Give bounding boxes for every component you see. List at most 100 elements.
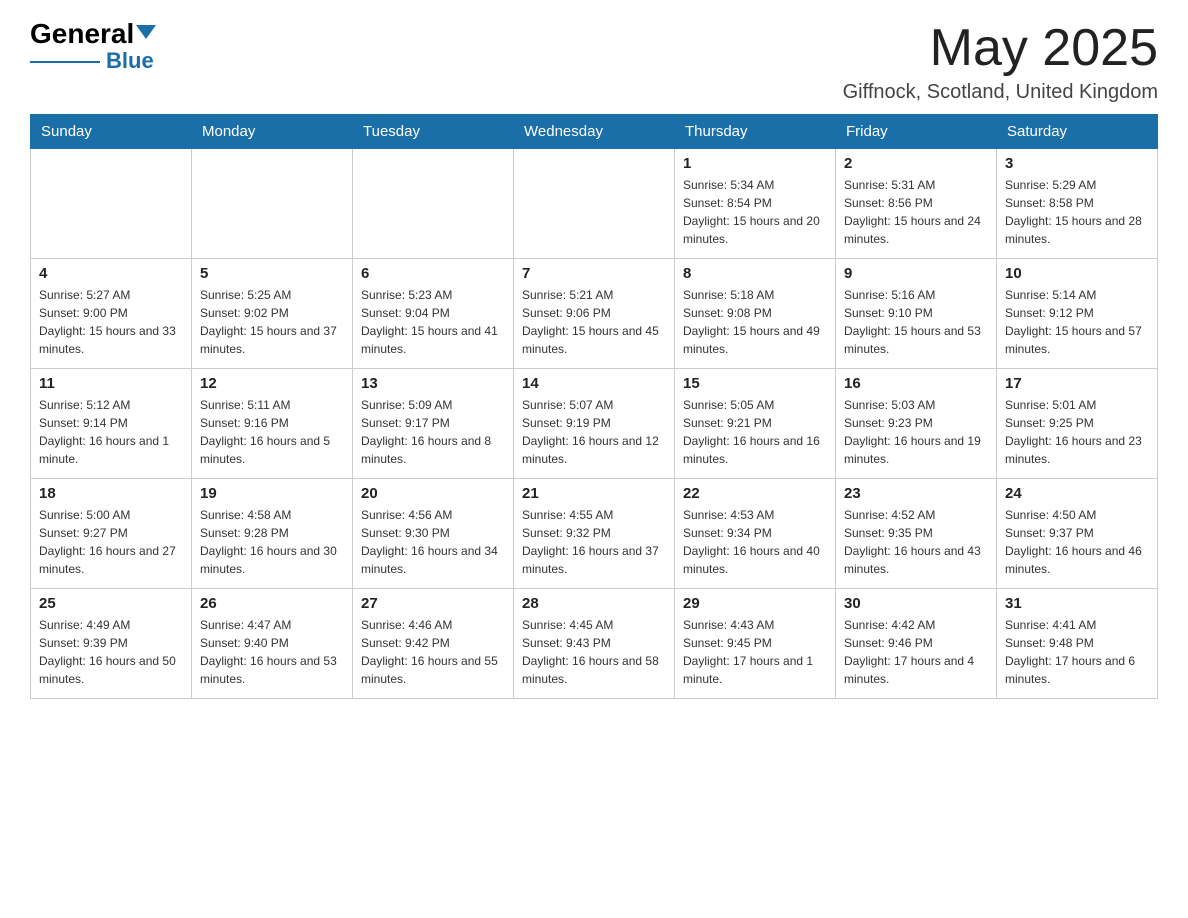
day-number: 1 [683, 155, 827, 172]
day-info: Sunrise: 5:07 AMSunset: 9:19 PMDaylight:… [522, 396, 666, 468]
day-number: 7 [522, 265, 666, 282]
day-number: 24 [1005, 485, 1149, 502]
day-number: 4 [39, 265, 183, 282]
table-row [353, 149, 514, 259]
day-number: 18 [39, 485, 183, 502]
day-number: 2 [844, 155, 988, 172]
day-number: 17 [1005, 375, 1149, 392]
day-info: Sunrise: 5:29 AMSunset: 8:58 PMDaylight:… [1005, 176, 1149, 248]
table-row: 3 Sunrise: 5:29 AMSunset: 8:58 PMDaylight… [997, 149, 1158, 259]
day-number: 12 [200, 375, 344, 392]
logo: General Blue [30, 20, 156, 72]
day-number: 23 [844, 485, 988, 502]
table-row: 22 Sunrise: 4:53 AMSunset: 9:34 PMDayligh… [675, 479, 836, 589]
col-saturday: Saturday [997, 115, 1158, 149]
day-info: Sunrise: 5:09 AMSunset: 9:17 PMDaylight:… [361, 396, 505, 468]
table-row: 14Sunrise: 5:07 AMSunset: 9:19 PMDayligh… [514, 369, 675, 479]
table-row: 21Sunrise: 4:55 AMSunset: 9:32 PMDayligh… [514, 479, 675, 589]
table-row: 31Sunrise: 4:41 AMSunset: 9:48 PMDayligh… [997, 589, 1158, 699]
day-info: Sunrise: 4:41 AMSunset: 9:48 PMDaylight:… [1005, 616, 1149, 688]
calendar-table: Sunday Monday Tuesday Wednesday Thursday… [30, 114, 1158, 699]
table-row: 16 Sunrise: 5:03 AMSunset: 9:23 PMDayligh… [836, 369, 997, 479]
table-row: 27 Sunrise: 4:46 AMSunset: 9:42 PMDayligh… [353, 589, 514, 699]
day-number: 22 [683, 485, 827, 502]
table-row: 1 Sunrise: 5:34 AMSunset: 8:54 PMDaylight… [675, 149, 836, 259]
day-info: Sunrise: 4:46 AMSunset: 9:42 PMDaylight:… [361, 616, 505, 688]
day-number: 5 [200, 265, 344, 282]
day-info: Sunrise: 4:52 AMSunset: 9:35 PMDaylight:… [844, 506, 988, 578]
logo-triangle-icon [136, 25, 156, 39]
table-row: 23 Sunrise: 4:52 AMSunset: 9:35 PMDayligh… [836, 479, 997, 589]
day-info: Sunrise: 5:21 AMSunset: 9:06 PMDaylight:… [522, 286, 666, 358]
day-number: 27 [361, 595, 505, 612]
calendar-week-row: 25 Sunrise: 4:49 AMSunset: 9:39 PMDayligh… [31, 589, 1158, 699]
col-thursday: Thursday [675, 115, 836, 149]
table-row: 18 Sunrise: 5:00 AMSunset: 9:27 PMDayligh… [31, 479, 192, 589]
logo-line [30, 61, 100, 63]
location-text: Giffnock, Scotland, United Kingdom [843, 81, 1158, 104]
day-info: Sunrise: 4:56 AMSunset: 9:30 PMDaylight:… [361, 506, 505, 578]
table-row: 20Sunrise: 4:56 AMSunset: 9:30 PMDayligh… [353, 479, 514, 589]
logo-general-text: General [30, 20, 134, 48]
table-row: 9Sunrise: 5:16 AMSunset: 9:10 PMDaylight… [836, 259, 997, 369]
day-info: Sunrise: 4:47 AMSunset: 9:40 PMDaylight:… [200, 616, 344, 688]
table-row: 6Sunrise: 5:23 AMSunset: 9:04 PMDaylight… [353, 259, 514, 369]
day-number: 11 [39, 375, 183, 392]
table-row: 7 Sunrise: 5:21 AMSunset: 9:06 PMDaylight… [514, 259, 675, 369]
day-info: Sunrise: 4:42 AMSunset: 9:46 PMDaylight:… [844, 616, 988, 688]
day-info: Sunrise: 4:53 AMSunset: 9:34 PMDaylight:… [683, 506, 827, 578]
day-info: Sunrise: 5:11 AMSunset: 9:16 PMDaylight:… [200, 396, 344, 468]
day-info: Sunrise: 4:49 AMSunset: 9:39 PMDaylight:… [39, 616, 183, 688]
table-row: 24Sunrise: 4:50 AMSunset: 9:37 PMDayligh… [997, 479, 1158, 589]
table-row: 4Sunrise: 5:27 AMSunset: 9:00 PMDaylight… [31, 259, 192, 369]
day-info: Sunrise: 5:34 AMSunset: 8:54 PMDaylight:… [683, 176, 827, 248]
table-row: 30 Sunrise: 4:42 AMSunset: 9:46 PMDayligh… [836, 589, 997, 699]
col-friday: Friday [836, 115, 997, 149]
calendar-header-row: Sunday Monday Tuesday Wednesday Thursday… [31, 115, 1158, 149]
day-info: Sunrise: 5:00 AMSunset: 9:27 PMDaylight:… [39, 506, 183, 578]
calendar-week-row: 11 Sunrise: 5:12 AMSunset: 9:14 PMDayligh… [31, 369, 1158, 479]
day-number: 9 [844, 265, 988, 282]
col-monday: Monday [192, 115, 353, 149]
day-info: Sunrise: 4:58 AMSunset: 9:28 PMDaylight:… [200, 506, 344, 578]
col-wednesday: Wednesday [514, 115, 675, 149]
day-number: 30 [844, 595, 988, 612]
table-row: 15Sunrise: 5:05 AMSunset: 9:21 PMDayligh… [675, 369, 836, 479]
day-number: 21 [522, 485, 666, 502]
day-number: 10 [1005, 265, 1149, 282]
table-row: 19 Sunrise: 4:58 AMSunset: 9:28 PMDayligh… [192, 479, 353, 589]
table-row [31, 149, 192, 259]
table-row: 5 Sunrise: 5:25 AMSunset: 9:02 PMDaylight… [192, 259, 353, 369]
calendar-week-row: 18 Sunrise: 5:00 AMSunset: 9:27 PMDayligh… [31, 479, 1158, 589]
day-info: Sunrise: 5:03 AMSunset: 9:23 PMDaylight:… [844, 396, 988, 468]
day-info: Sunrise: 5:25 AMSunset: 9:02 PMDaylight:… [200, 286, 344, 358]
col-sunday: Sunday [31, 115, 192, 149]
day-info: Sunrise: 4:43 AMSunset: 9:45 PMDaylight:… [683, 616, 827, 688]
day-info: Sunrise: 5:23 AMSunset: 9:04 PMDaylight:… [361, 286, 505, 358]
table-row: 28 Sunrise: 4:45 AMSunset: 9:43 PMDayligh… [514, 589, 675, 699]
day-number: 29 [683, 595, 827, 612]
table-row: 29 Sunrise: 4:43 AMSunset: 9:45 PMDayligh… [675, 589, 836, 699]
day-number: 28 [522, 595, 666, 612]
day-number: 3 [1005, 155, 1149, 172]
table-row: 8Sunrise: 5:18 AMSunset: 9:08 PMDaylight… [675, 259, 836, 369]
day-number: 15 [683, 375, 827, 392]
title-section: May 2025 Giffnock, Scotland, United King… [843, 20, 1158, 104]
page-header: General Blue May 2025 Giffnock, Scotland… [30, 20, 1158, 104]
day-number: 13 [361, 375, 505, 392]
table-row [514, 149, 675, 259]
day-number: 16 [844, 375, 988, 392]
calendar-week-row: 1 Sunrise: 5:34 AMSunset: 8:54 PMDaylight… [31, 149, 1158, 259]
day-info: Sunrise: 4:45 AMSunset: 9:43 PMDaylight:… [522, 616, 666, 688]
day-info: Sunrise: 5:12 AMSunset: 9:14 PMDaylight:… [39, 396, 183, 468]
month-title: May 2025 [843, 20, 1158, 77]
table-row: 26Sunrise: 4:47 AMSunset: 9:40 PMDayligh… [192, 589, 353, 699]
col-tuesday: Tuesday [353, 115, 514, 149]
table-row: 11 Sunrise: 5:12 AMSunset: 9:14 PMDayligh… [31, 369, 192, 479]
table-row: 13 Sunrise: 5:09 AMSunset: 9:17 PMDayligh… [353, 369, 514, 479]
table-row: 25 Sunrise: 4:49 AMSunset: 9:39 PMDayligh… [31, 589, 192, 699]
table-row: 2Sunrise: 5:31 AMSunset: 8:56 PMDaylight… [836, 149, 997, 259]
day-number: 19 [200, 485, 344, 502]
calendar-week-row: 4Sunrise: 5:27 AMSunset: 9:00 PMDaylight… [31, 259, 1158, 369]
day-number: 25 [39, 595, 183, 612]
